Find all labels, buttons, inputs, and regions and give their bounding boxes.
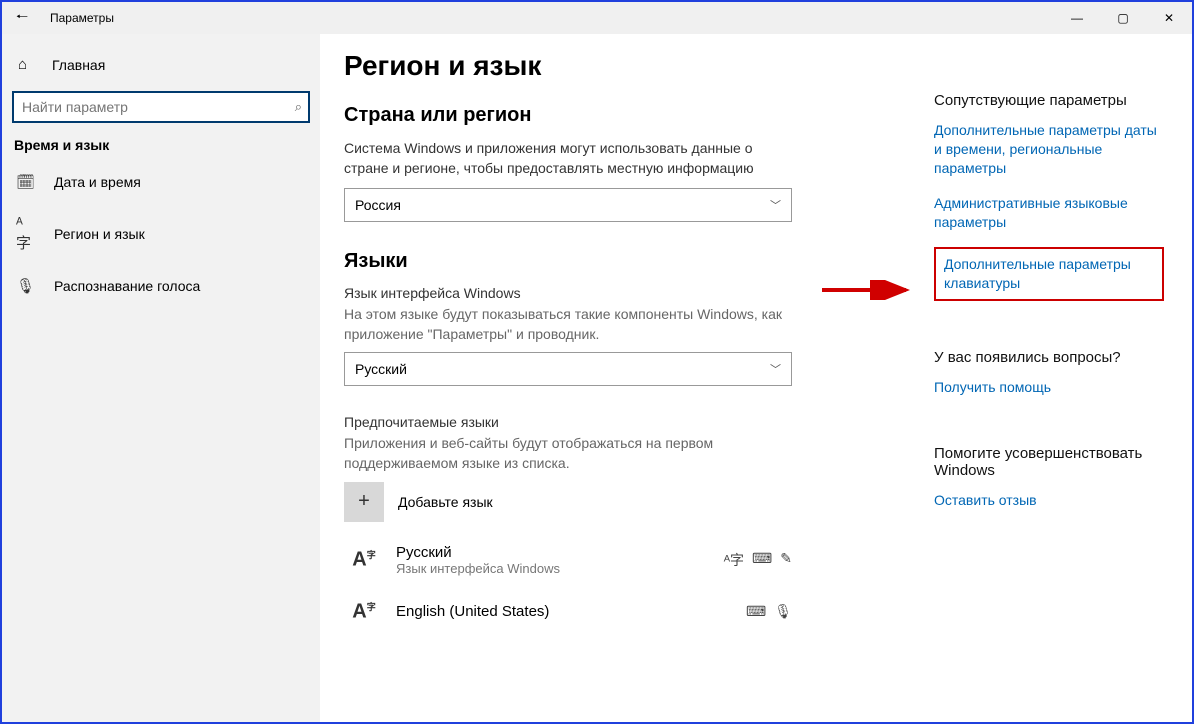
sidebar-item-label: Регион и язык [54,226,145,242]
close-button[interactable]: ✕ [1146,2,1192,34]
preferred-languages-desc: Приложения и веб-сайты будут отображатьс… [344,434,792,473]
search-icon: ⌕ [295,99,302,115]
chevron-down-icon: ﹀ [770,197,781,213]
language-name: English (United States) [396,603,746,620]
search-input[interactable] [22,99,295,115]
window-controls: — ▢ ✕ [1054,2,1192,34]
maximize-button[interactable]: ▢ [1100,2,1146,34]
language-glyph-icon: A字 [344,592,384,632]
speech-icon: 🎙 [774,603,792,620]
keyboard-icon: ⌨ [746,603,766,620]
questions-heading: У вас появились вопросы? [934,349,1168,366]
preferred-languages-label: Предпочитаемые языки [344,414,904,430]
languages-heading: Языки [344,250,904,273]
improve-heading: Помогите усовершенствовать Windows [934,445,1168,479]
country-dropdown[interactable]: Россия ﹀ [344,188,792,222]
back-button[interactable]: 🠐 [2,2,42,34]
region-description: Система Windows и приложения могут испол… [344,139,792,178]
language-subtitle: Язык интерфейса Windows [396,561,724,576]
display-language-value: Русский [355,361,407,377]
sidebar-item-label: Дата и время [54,174,141,190]
sidebar-item-region-language[interactable]: ᴬ字 Регион и язык [2,203,320,265]
sidebar-item-date-time[interactable]: 🗓 Дата и время [2,161,320,203]
add-language-row[interactable]: + Добавьте язык [344,482,904,522]
home-icon: ⌂ [18,56,34,73]
microphone-icon: 🎙 [16,277,34,295]
sidebar-item-label: Распознавание голоса [54,278,200,294]
language-icon: ᴬ字 [16,215,34,253]
link-datetime-regional[interactable]: Дополнительные параметры даты и времени,… [934,121,1164,178]
sidebar: ⌂ Главная ⌕ Время и язык 🗓 Дата и время … [2,34,320,722]
link-admin-language[interactable]: Административные языковые параметры [934,194,1164,232]
handwriting-icon: ✎ [780,550,792,570]
add-language-button[interactable]: + [344,482,384,522]
language-name: Русский [396,544,724,561]
titlebar: 🠐 Параметры — ▢ ✕ [2,2,1192,34]
right-column: Сопутствующие параметры Дополнительные п… [904,50,1168,722]
language-item-russian[interactable]: A字 Русский Язык интерфейса Windows ᴬ字 ⌨ … [344,540,792,580]
calendar-icon: 🗓 [16,173,34,191]
keyboard-icon: ⌨ [752,550,772,570]
language-feature-icons: ⌨ 🎙 [746,603,792,620]
region-heading: Страна или регион [344,104,904,127]
chevron-down-icon: ﹀ [770,361,781,377]
link-keyboard-advanced[interactable]: Дополнительные параметры клавиатуры [934,247,1164,301]
display-language-icon: ᴬ字 [724,550,744,570]
link-feedback[interactable]: Оставить отзыв [934,491,1164,510]
home-label: Главная [52,57,105,73]
home-nav[interactable]: ⌂ Главная [2,46,320,83]
sidebar-item-speech[interactable]: 🎙 Распознавание голоса [2,265,320,307]
language-glyph-icon: A字 [344,540,384,580]
display-language-label: Язык интерфейса Windows [344,285,904,301]
section-heading: Время и язык [2,137,320,161]
language-feature-icons: ᴬ字 ⌨ ✎ [724,550,792,570]
country-value: Россия [355,197,401,213]
window-title: Параметры [42,11,114,25]
add-language-label: Добавьте язык [398,494,493,510]
main-column: Регион и язык Страна или регион Система … [344,50,904,722]
related-settings-heading: Сопутствующие параметры [934,92,1168,109]
language-item-english-us[interactable]: A字 English (United States) ⌨ 🎙 [344,592,792,632]
display-language-dropdown[interactable]: Русский ﹀ [344,352,792,386]
search-box[interactable]: ⌕ [12,91,310,123]
display-language-desc: На этом языке будут показываться такие к… [344,305,792,344]
page-title: Регион и язык [344,50,904,82]
link-get-help[interactable]: Получить помощь [934,378,1164,397]
minimize-button[interactable]: — [1054,2,1100,34]
